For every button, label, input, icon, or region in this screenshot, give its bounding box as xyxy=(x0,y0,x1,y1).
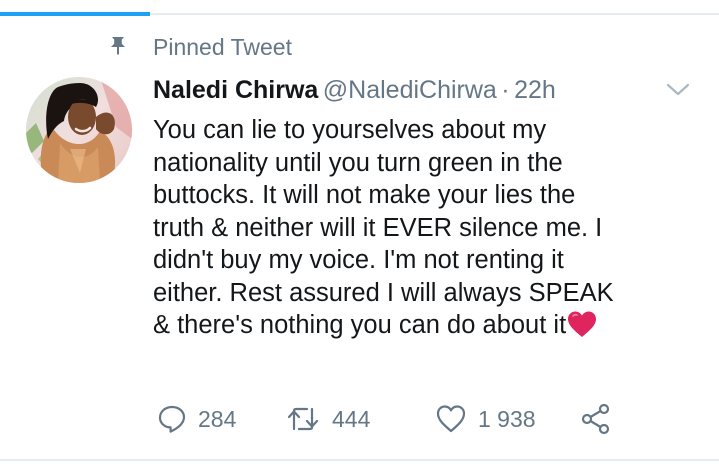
header-separator: · xyxy=(501,76,510,104)
avatar[interactable] xyxy=(26,77,132,183)
reply-action[interactable]: 284 xyxy=(157,399,236,439)
retweet-icon xyxy=(287,407,319,431)
tweet-text: You can lie to yourselves about my natio… xyxy=(153,116,614,339)
author-display-name[interactable]: Naledi Chirwa xyxy=(153,76,318,104)
like-count: 1 938 xyxy=(478,406,536,432)
heart-emoji-icon xyxy=(568,311,597,337)
reply-count: 284 xyxy=(198,406,237,432)
active-tab-indicator xyxy=(0,12,150,16)
retweet-count: 444 xyxy=(332,406,371,432)
tweet-timestamp[interactable]: 22h xyxy=(514,76,556,104)
pinned-tweet-label-row: Pinned Tweet xyxy=(0,30,719,64)
tweet-divider xyxy=(0,459,719,461)
tweet-actions: 284 444 1 938 xyxy=(153,399,653,439)
like-icon xyxy=(436,405,466,433)
share-icon xyxy=(581,403,610,435)
like-action[interactable]: 1 938 xyxy=(435,399,536,439)
avatar-photo xyxy=(26,77,132,183)
author-handle[interactable]: @NalediChirwa xyxy=(323,76,497,104)
tweet-header: Naledi Chirwa @NalediChirwa · 22h xyxy=(153,74,556,108)
retweet-action[interactable]: 444 xyxy=(285,399,370,439)
share-action[interactable] xyxy=(580,399,612,439)
tab-indicator-bar xyxy=(0,0,719,16)
tweet-body: You can lie to yourselves about my natio… xyxy=(153,114,693,342)
chevron-down-icon[interactable] xyxy=(664,80,692,100)
reply-icon xyxy=(158,405,186,433)
pinned-tweet-label: Pinned Tweet xyxy=(153,34,292,60)
pin-icon xyxy=(111,37,125,55)
